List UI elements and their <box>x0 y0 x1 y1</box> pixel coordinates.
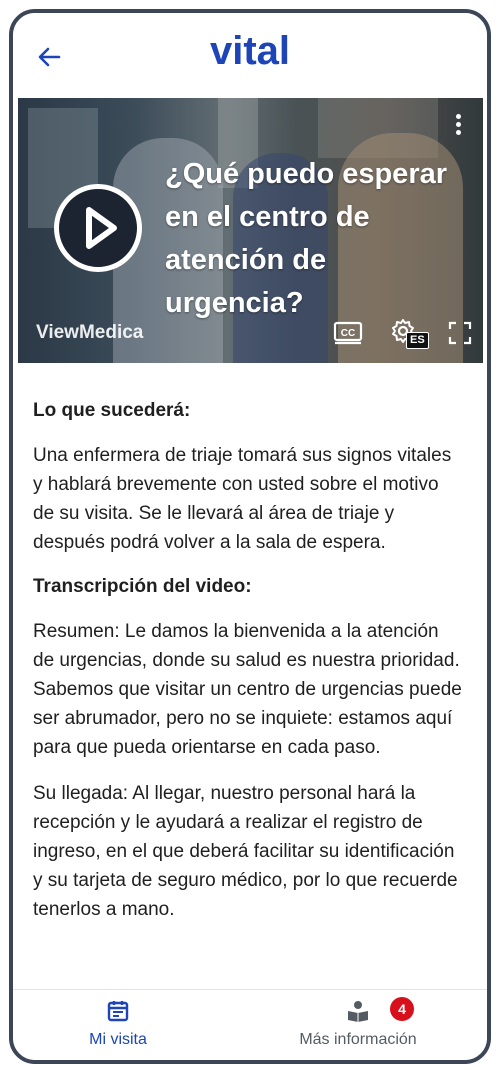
fullscreen-icon <box>448 321 472 345</box>
calendar-icon <box>107 1001 129 1022</box>
content-area: Lo que sucederá: Una enfermera de triaje… <box>33 398 463 941</box>
caption-language-badge: ES <box>406 332 429 349</box>
section-heading-transcript: Transcripción del video: <box>33 576 252 597</box>
section-heading-what-happens: Lo que sucederá: <box>33 400 191 421</box>
notification-badge: 4 <box>390 997 414 1021</box>
phone-frame: vital ¿Qué puedo esperar en el centro de… <box>9 9 491 1064</box>
tab-mas-informacion[interactable]: 4 Más información <box>273 997 443 1049</box>
transcript-paragraph: Resumen: Le damos la bienvenida a la ate… <box>33 621 462 758</box>
settings-button[interactable]: ES <box>390 318 430 352</box>
app-logo: vital <box>209 29 291 73</box>
bottom-tab-bar: Mi visita 4 Más información <box>13 989 487 1060</box>
viewmedica-logo: ViewMedica <box>36 322 144 343</box>
closed-captions-icon: CC <box>333 321 363 345</box>
video-title: ¿Qué puedo esperar en el centro de atenc… <box>165 158 448 319</box>
play-button[interactable] <box>54 184 142 272</box>
fullscreen-button[interactable] <box>448 321 472 345</box>
play-icon <box>86 207 117 249</box>
tab-mas-informacion-label: Más información <box>299 1031 417 1048</box>
svg-text:CC: CC <box>341 328 355 339</box>
more-vertical-icon <box>455 114 461 119</box>
transcript-paragraph: Su llegada: Al llegar, nuestro personal … <box>33 783 458 920</box>
section-text-what-happens: Una enfermera de triaje tomará sus signo… <box>33 445 452 553</box>
more-options-button[interactable] <box>453 114 463 138</box>
tab-mi-visita[interactable]: Mi visita <box>33 1000 203 1049</box>
app-header: vital <box>13 13 487 99</box>
video-player[interactable]: ¿Qué puedo esperar en el centro de atenc… <box>18 98 483 363</box>
closed-captions-button[interactable]: CC <box>333 321 363 345</box>
tab-mi-visita-label: Mi visita <box>89 1031 147 1048</box>
book-reader-icon <box>348 1001 368 1022</box>
